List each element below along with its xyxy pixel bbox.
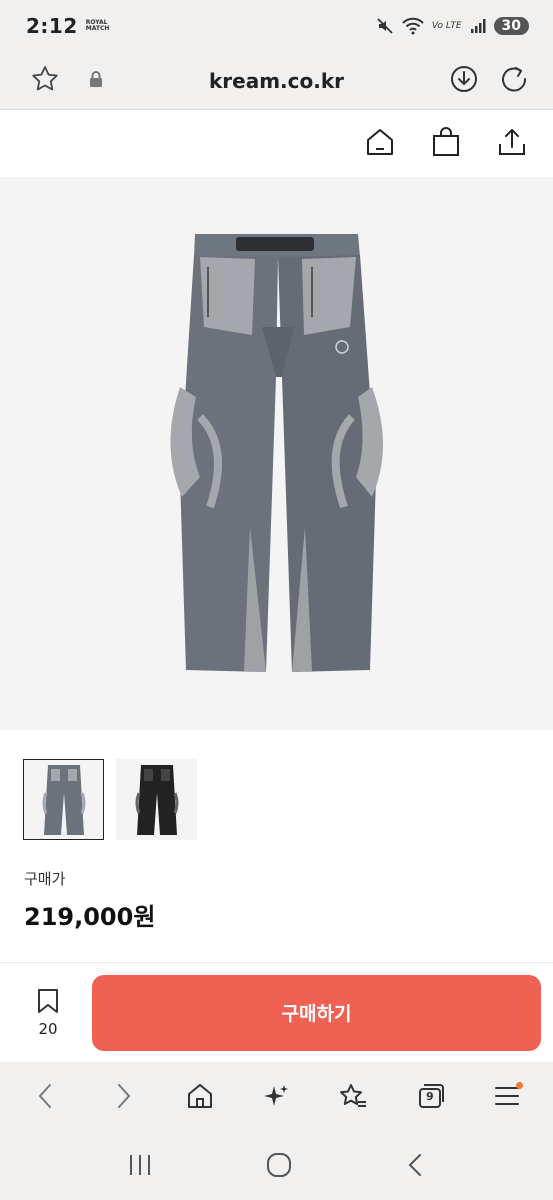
- status-icons: Vo LTE 30: [376, 17, 529, 35]
- lock-icon[interactable]: [88, 70, 104, 92]
- forward-icon: [111, 1082, 135, 1114]
- star-icon[interactable]: [30, 64, 60, 98]
- home-icon[interactable]: [365, 127, 395, 161]
- buy-button[interactable]: 구매하기: [92, 974, 541, 1051]
- product-image[interactable]: [0, 177, 553, 730]
- notification-dot: [515, 1082, 523, 1089]
- tabs-count: 9: [426, 1090, 434, 1103]
- thumbnail-list: [23, 759, 197, 840]
- price-block: 구매가 219,000원: [24, 868, 155, 932]
- bookmark-icon: [37, 988, 59, 1018]
- browser-toolbar: 9: [0, 1062, 553, 1134]
- back-button[interactable]: [22, 1074, 70, 1122]
- status-bar: 2:12 ROYAL MATCH Vo LTE 30: [0, 0, 553, 52]
- reload-icon[interactable]: [499, 64, 529, 98]
- shopping-bag-icon[interactable]: [431, 126, 461, 161]
- price-value: 219,000원: [24, 903, 156, 931]
- back-icon[interactable]: [404, 1151, 428, 1183]
- site-header: [0, 110, 553, 177]
- share-icon[interactable]: [497, 127, 527, 161]
- sparkle-icon: [262, 1082, 290, 1114]
- battery-indicator: 30: [493, 17, 529, 35]
- forward-button[interactable]: [99, 1074, 147, 1122]
- bookmarks-button[interactable]: [329, 1074, 377, 1122]
- address-bar: kream.co.kr: [0, 52, 553, 110]
- home-icon: [186, 1082, 214, 1114]
- signal-icon: [470, 18, 486, 34]
- status-time: 2:12: [26, 14, 78, 38]
- back-icon: [34, 1082, 58, 1114]
- thumbnail-black-pants[interactable]: [116, 759, 197, 840]
- bookmarks-icon: [338, 1082, 368, 1114]
- volte-indicator: Vo LTE: [431, 21, 462, 31]
- gray-pants-illustration: [0, 177, 553, 730]
- notification-logo: ROYAL MATCH: [85, 19, 110, 32]
- mute-icon: [376, 17, 394, 35]
- price-label: 구매가: [24, 870, 66, 888]
- ai-button[interactable]: [252, 1074, 300, 1122]
- bottom-action-bar: 20 구매하기: [0, 962, 553, 1062]
- bookmark-count: 20: [38, 1019, 58, 1038]
- home-icon[interactable]: [265, 1151, 293, 1183]
- download-icon[interactable]: [449, 64, 479, 98]
- wifi-icon: [402, 17, 424, 35]
- bookmark-button[interactable]: 20: [24, 988, 72, 1038]
- recents-icon[interactable]: [126, 1152, 154, 1182]
- tabs-button[interactable]: 9: [406, 1074, 454, 1122]
- menu-button[interactable]: [483, 1074, 531, 1122]
- system-nav-bar: [0, 1134, 553, 1200]
- browser-home-button[interactable]: [176, 1074, 224, 1122]
- thumbnail-gray-pants[interactable]: [23, 759, 104, 840]
- menu-icon: [494, 1084, 520, 1112]
